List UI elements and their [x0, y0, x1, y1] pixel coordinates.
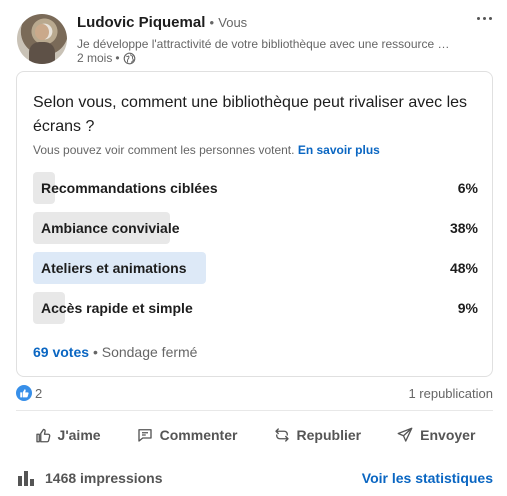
send-button-label: Envoyer: [420, 427, 476, 443]
divider: [16, 410, 493, 411]
action-bar: J'aime Commenter Republier Envoyer: [16, 418, 493, 452]
poll-option[interactable]: Recommandations ciblées 6%: [33, 172, 478, 204]
globe-icon: [123, 52, 135, 64]
poll-option-label: Ambiance conviviale: [41, 220, 180, 236]
repost-icon: [274, 428, 289, 442]
poll-option-percent: 6%: [457, 180, 478, 196]
post-meta: 2 mois •: [77, 51, 136, 65]
poll-option[interactable]: Ateliers et animations 48%: [33, 252, 478, 284]
learn-more-link[interactable]: En savoir plus: [298, 143, 380, 157]
author-avatar[interactable]: [17, 14, 67, 64]
poll-option[interactable]: Accès rapide et simple 9%: [33, 292, 478, 324]
send-icon: [397, 427, 413, 442]
poll-votes-link[interactable]: 69 votes: [33, 344, 89, 360]
poll-option-label: Ateliers et animations: [41, 260, 187, 276]
post-header: Ludovic Piquemal • Vous Je développe l'a…: [0, 0, 507, 70]
more-options-icon[interactable]: [470, 6, 498, 30]
poll-option-label: Accès rapide et simple: [41, 300, 193, 316]
poll-option-percent: 9%: [457, 300, 478, 316]
poll-status-separator: •: [92, 344, 98, 360]
comment-icon: [137, 429, 152, 442]
poll-option-percent: 38%: [449, 220, 478, 236]
poll-card: Selon vous, comment une bibliothèque peu…: [16, 71, 493, 377]
author-relation: Vous: [218, 15, 248, 30]
social-counts: 2 1 republication: [16, 384, 493, 404]
poll-visibility: Vous pouvez voir comment les personnes v…: [33, 143, 380, 157]
poll-question: Selon vous, comment une bibliothèque peu…: [33, 94, 468, 135]
author-name[interactable]: Ludovic Piquemal: [77, 14, 205, 31]
poll-visibility-text: Vous pouvez voir comment les personnes v…: [33, 143, 295, 157]
poll-footer: 69 votes • Sondage fermé: [33, 344, 197, 360]
poll-option[interactable]: Ambiance conviviale 38%: [33, 212, 478, 244]
like-button-label: J'aime: [57, 427, 101, 443]
author-headline: Je développe l'attractivité de votre bib…: [77, 37, 450, 51]
thumbs-up-icon: [35, 428, 50, 443]
repost-button-label: Republier: [296, 427, 362, 443]
repost-button[interactable]: Republier: [269, 418, 366, 452]
reposts-count[interactable]: 1 republication: [408, 386, 493, 401]
like-button[interactable]: J'aime: [30, 418, 105, 452]
view-stats-link[interactable]: Voir les statistiques: [362, 470, 493, 486]
send-button[interactable]: Envoyer: [392, 418, 479, 452]
impressions-count: 1468 impressions: [45, 470, 163, 486]
author-separator: •: [209, 15, 215, 30]
poll-option-label: Recommandations ciblées: [41, 180, 218, 196]
impressions-summary: 1468 impressions: [16, 468, 163, 488]
post-time: 2 mois: [77, 51, 113, 65]
impressions-row: 1468 impressions Voir les statistiques: [16, 466, 493, 490]
author-line: Ludovic Piquemal • Vous: [77, 14, 247, 31]
reactions-count[interactable]: 2: [35, 386, 42, 401]
meta-separator: •: [115, 51, 120, 65]
like-icon[interactable]: [16, 385, 32, 401]
bar-chart-icon: [18, 471, 34, 486]
poll-status: Sondage fermé: [101, 344, 198, 360]
comment-button-label: Commenter: [159, 427, 238, 443]
comment-button[interactable]: Commenter: [132, 418, 242, 452]
poll-option-percent: 48%: [449, 260, 478, 276]
